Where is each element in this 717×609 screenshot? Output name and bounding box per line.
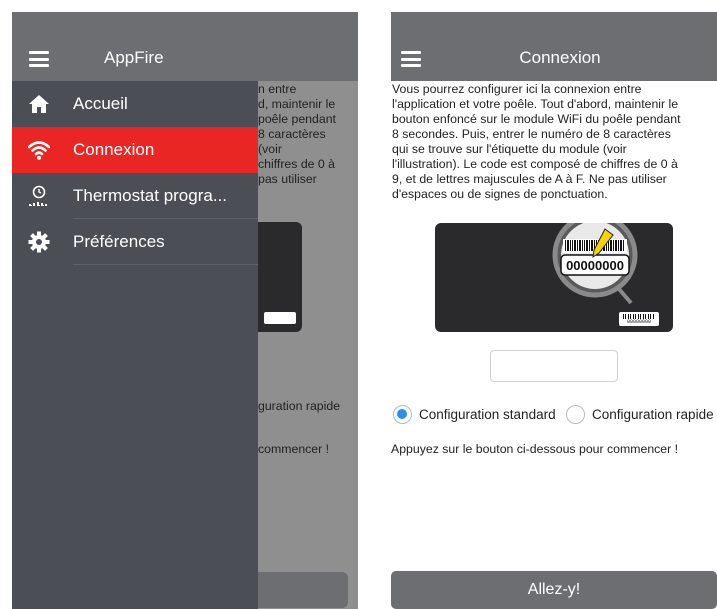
menu-item-label: Accueil	[73, 94, 128, 113]
wifi-module-illustration: 00000000 00000000	[435, 223, 673, 332]
go-button[interactable]: Allez-y!	[391, 571, 717, 609]
dimmed-radio-label: guration rapide	[258, 399, 341, 413]
start-hint: Appuyez sur le bouton ci-dessous pour co…	[391, 442, 679, 456]
dimmed-instructions: n entre d, maintenir le poêle pendant 8 …	[258, 82, 336, 186]
thermostat-clock-icon	[29, 185, 47, 206]
dimmed-go-button	[258, 572, 348, 608]
menu-item-connexion[interactable]: Connexion	[12, 127, 258, 173]
zoom-code-text: 00000000	[566, 258, 624, 273]
menu-divider	[73, 264, 258, 265]
radio-button-unchecked[interactable]	[566, 404, 585, 424]
gear-icon	[28, 231, 50, 253]
home-icon	[29, 95, 49, 113]
menu-item-label: Thermostat progra...	[73, 186, 228, 205]
dimmed-hint: commencer !	[258, 442, 330, 456]
navigation-bar: Connexion	[391, 12, 717, 81]
option-standard[interactable]: Configuration standard	[393, 403, 556, 425]
dimmed-module-label	[264, 312, 296, 324]
option-label: Configuration standard	[419, 406, 556, 422]
magnifier-illustration: 00000000	[552, 223, 638, 305]
radio-button-checked[interactable]	[393, 404, 412, 424]
left-phone-screen: n entre d, maintenir le poêle pendant 8 …	[12, 12, 358, 609]
option-label: Configuration rapide	[592, 406, 714, 422]
menu-item-thermostat[interactable]: Thermostat progra...	[12, 173, 258, 219]
drawer-header: AppFire	[12, 12, 258, 81]
page-title: Connexion	[519, 48, 601, 67]
navigation-drawer: AppFire Accueil Connexion Thermostat pro…	[12, 12, 258, 609]
instructions-text: Vous pourrez configurer ici la connexion…	[392, 82, 681, 201]
module-label: 00000000	[619, 312, 659, 326]
wifi-icon	[28, 141, 50, 160]
menu-item-preferences[interactable]: Préférences	[12, 219, 258, 265]
menu-item-label: Préférences	[73, 232, 165, 251]
menu-item-label: Connexion	[73, 140, 155, 159]
app-title: AppFire	[104, 48, 164, 67]
right-phone-screen: Connexion Vous pourrez configurer ici la…	[391, 12, 717, 609]
wifi-code-input[interactable]	[490, 350, 618, 382]
option-rapide[interactable]: Configuration rapide	[566, 403, 714, 425]
label-code-text: 00000000	[626, 319, 651, 325]
hamburger-menu-icon[interactable]	[29, 51, 49, 67]
menu-item-accueil[interactable]: Accueil	[12, 81, 258, 127]
